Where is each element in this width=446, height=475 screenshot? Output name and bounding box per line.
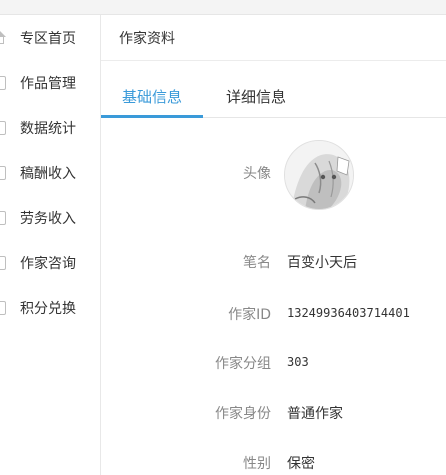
writer-group-value: 303 [287, 355, 309, 369]
chart-icon [0, 121, 6, 135]
writer-id-value: 13249936403714401 [287, 306, 410, 320]
sidebar-item-label: 积分兑换 [20, 301, 76, 317]
coin-icon [0, 211, 6, 225]
document-icon [0, 76, 6, 90]
sidebar-item-label: 劳务收入 [20, 211, 76, 227]
pen-name-label: 笔名 [243, 255, 271, 271]
sidebar-item-royalties[interactable]: 稿酬收入 [0, 153, 100, 193]
gift-icon [0, 301, 6, 315]
sidebar-item-label: 作家咨询 [20, 256, 76, 272]
sidebar-item-service-income[interactable]: 劳务收入 [0, 198, 100, 238]
chat-icon [0, 256, 6, 270]
tab-basic-info[interactable]: 基础信息 [101, 77, 203, 115]
avatar-label: 头像 [243, 166, 271, 182]
sidebar-item-label: 作品管理 [20, 76, 76, 92]
writer-identity-label: 作家身份 [215, 406, 271, 422]
sidebar-item-points[interactable]: 积分兑换 [0, 288, 100, 328]
avatar-image [285, 141, 353, 209]
tab-detail-info[interactable]: 详细信息 [211, 77, 301, 115]
page-header: 作家资料 [101, 15, 446, 61]
main-panel: 作家资料 基础信息 详细信息 头像 笔名 百变小天后 作家ID 13249936… [101, 15, 446, 475]
avatar[interactable] [284, 140, 354, 210]
sidebar-item-works[interactable]: 作品管理 [0, 63, 100, 103]
page-title: 作家资料 [119, 31, 175, 47]
tab-label: 详细信息 [225, 87, 286, 106]
home-icon [0, 31, 6, 45]
active-tab-indicator [101, 115, 203, 118]
writer-group-label: 作家分组 [215, 356, 271, 372]
writer-identity-value: 普通作家 [287, 406, 343, 422]
sidebar-item-consult[interactable]: 作家咨询 [0, 243, 100, 283]
wallet-icon [0, 166, 6, 180]
pen-name-value: 百变小天后 [287, 255, 357, 271]
gender-value: 保密 [287, 456, 315, 472]
top-strip [0, 0, 446, 15]
sidebar-item-home[interactable]: 专区首页 [0, 18, 100, 58]
sidebar-item-label: 专区首页 [20, 31, 76, 47]
tab-label: 基础信息 [121, 87, 182, 106]
gender-label: 性别 [243, 456, 271, 472]
tab-bar: 基础信息 详细信息 [101, 77, 446, 118]
sidebar-item-stats[interactable]: 数据统计 [0, 108, 100, 148]
sidebar: 专区首页 作品管理 数据统计 稿酬收入 劳务收入 作家咨询 积分兑换 [0, 15, 101, 475]
writer-id-label: 作家ID [228, 307, 271, 323]
sidebar-item-label: 数据统计 [20, 121, 76, 137]
sidebar-item-label: 稿酬收入 [20, 166, 76, 182]
